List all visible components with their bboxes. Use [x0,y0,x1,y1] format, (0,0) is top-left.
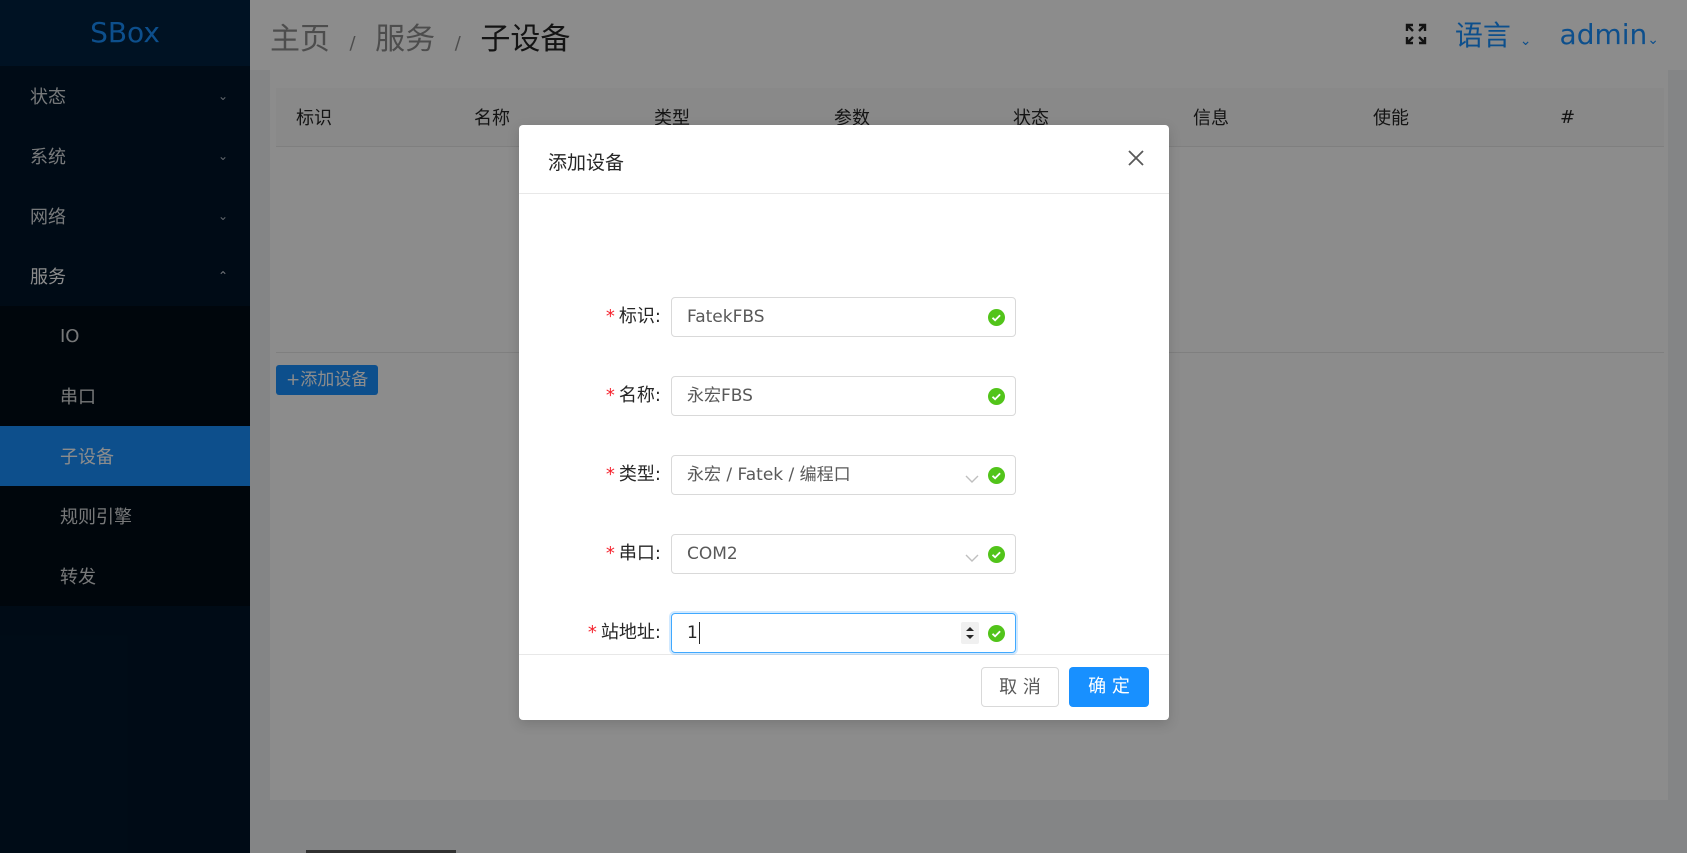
field-label: * 标识: [606,297,661,337]
cancel-button[interactable]: 取 消 [981,667,1059,707]
required-mark: * [587,622,597,643]
check-circle-icon [988,309,1005,326]
form-row-station: * 站地址: 1 [519,613,1169,653]
confirm-button[interactable]: 确 定 [1069,667,1149,707]
chevron-down-icon [965,548,979,567]
field-label: * 名称: [606,376,661,416]
modal-footer: 取 消 确 定 [519,655,1169,721]
input-value: 永宏FBS [687,386,753,406]
close-icon[interactable] [1125,147,1147,169]
field-label: * 站地址: [588,613,661,653]
chevron-down-icon [965,469,979,488]
name-input[interactable]: 永宏FBS [671,376,1016,416]
check-circle-icon [988,388,1005,405]
check-circle-icon [988,467,1005,484]
required-mark: * [605,385,615,406]
field-label-text: 站地址: [600,622,661,643]
form-row-serial: * 串口: COM2 [519,534,1169,574]
required-mark: * [605,543,615,564]
input-value: 永宏 / Fatek / 编程口 [687,465,851,485]
field-label-text: 标识: [618,306,661,327]
input-value: COM2 [687,544,738,564]
required-mark: * [605,306,615,327]
form-row-id: * 标识: FatekFBS [519,297,1169,337]
check-circle-icon [988,546,1005,563]
form-row-name: * 名称: 永宏FBS [519,376,1169,416]
modal-body: * 标识: FatekFBS * 名称: 永宏FBS * 类型: 永宏 / Fa… [519,194,1169,655]
field-label-text: 串口: [618,543,661,564]
input-value: 1 [687,614,700,652]
input-value-text: 1 [687,623,698,643]
station-address-input[interactable]: 1 [671,613,1016,653]
field-label-text: 类型: [618,464,661,485]
required-mark: * [605,464,615,485]
add-device-modal: 添加设备 * 标识: FatekFBS * 名称: 永宏FBS * 类型: 永宏… [519,125,1169,720]
type-cascader[interactable]: 永宏 / Fatek / 编程口 [671,455,1016,495]
field-label: * 类型: [606,455,661,495]
check-circle-icon [988,625,1005,642]
serial-select[interactable]: COM2 [671,534,1016,574]
text-caret [698,622,700,644]
input-value: FatekFBS [687,307,765,327]
id-input[interactable]: FatekFBS [671,297,1016,337]
modal-title: 添加设备 [548,152,625,174]
form-row-type: * 类型: 永宏 / Fatek / 编程口 [519,455,1169,495]
number-stepper-icon[interactable] [961,622,979,644]
modal-header: 添加设备 [519,125,1169,194]
field-label-text: 名称: [618,385,661,406]
field-label: * 串口: [606,534,661,574]
